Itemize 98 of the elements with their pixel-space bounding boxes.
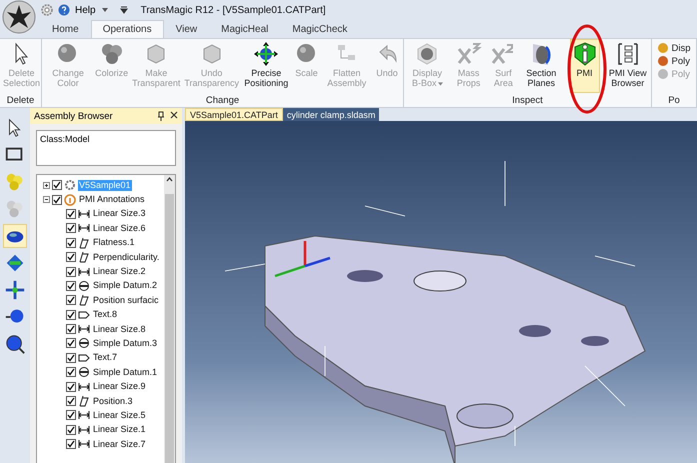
dropdown-icon[interactable] — [100, 7, 109, 13]
3d-viewport[interactable] — [185, 121, 697, 463]
tree-item[interactable]: Position.3 — [92, 396, 134, 407]
ribbon-small-button[interactable]: Poly — [657, 55, 690, 67]
ribbon-small-button[interactable]: Disp — [657, 42, 690, 54]
tree-item[interactable]: Linear Size.9 — [92, 381, 147, 392]
group-label: Inspect — [511, 94, 544, 107]
expand-icon[interactable] — [43, 182, 50, 189]
quick-access-icon[interactable] — [120, 6, 128, 14]
tree-item[interactable]: Flatness.1 — [92, 237, 136, 248]
ribbon-tab[interactable]: View — [164, 20, 210, 38]
datum-icon — [78, 337, 90, 350]
app-logo-icon[interactable] — [2, 0, 36, 34]
checkbox[interactable] — [66, 396, 76, 406]
help-icon[interactable] — [58, 4, 70, 16]
tree-item[interactable]: Linear Size.8 — [92, 324, 147, 335]
checkbox[interactable] — [52, 180, 62, 190]
tag-icon — [78, 308, 90, 321]
checkbox[interactable] — [66, 410, 76, 420]
scroll-up-icon[interactable] — [164, 175, 175, 184]
checkbox[interactable] — [66, 324, 76, 334]
tree-item[interactable]: Simple Datum.1 — [92, 366, 158, 378]
tree-item[interactable]: Text.8 — [92, 309, 118, 320]
gear-icon[interactable] — [41, 4, 53, 16]
checkbox[interactable] — [66, 439, 76, 450]
checkbox[interactable] — [66, 310, 76, 320]
checkbox[interactable] — [66, 295, 76, 306]
scrollbar[interactable] — [164, 175, 175, 463]
tree-item[interactable]: Position surfacic — [92, 294, 160, 306]
tree-item[interactable]: Linear Size.1 — [92, 424, 147, 436]
dimension-icon — [78, 266, 90, 278]
document-tab[interactable]: V5Sample01.CATPart — [185, 108, 283, 121]
tree-item[interactable]: Perpendicularity. — [92, 252, 160, 263]
ribbon-tab[interactable]: Operations — [90, 20, 164, 38]
checkbox[interactable] — [66, 382, 76, 392]
tolerance-icon — [78, 294, 90, 306]
diamond-icon — [4, 252, 26, 274]
ribbon-button[interactable]: Precise Positioning — [241, 39, 292, 93]
checkbox[interactable] — [52, 194, 62, 205]
group-label: Change — [204, 94, 240, 107]
checkbox[interactable] — [66, 367, 76, 378]
help-menu[interactable]: Help — [75, 4, 96, 16]
checkbox[interactable] — [66, 252, 76, 262]
tree-item[interactable]: Linear Size.5 — [92, 410, 147, 421]
checkbox[interactable] — [66, 424, 76, 435]
tree-item[interactable]: PMI Annotations — [78, 194, 146, 206]
collapse-icon[interactable] — [43, 196, 50, 204]
zoom-icon — [4, 333, 26, 355]
dimension-icon — [78, 424, 90, 436]
checkbox[interactable] — [66, 208, 76, 219]
pin-icon[interactable] — [157, 111, 165, 121]
filter-field[interactable]: Class:Model — [36, 130, 176, 166]
tree-item[interactable]: Simple Datum.2 — [92, 280, 158, 292]
info-shield-icon — [572, 41, 598, 67]
checkbox[interactable] — [66, 238, 76, 248]
tree-item[interactable]: Linear Size.3 — [92, 208, 147, 220]
close-icon[interactable] — [170, 111, 178, 119]
tree-item[interactable]: Linear Size.6 — [92, 222, 147, 234]
checkbox[interactable] — [66, 266, 76, 277]
checkbox[interactable] — [66, 338, 76, 348]
tree-item[interactable]: Linear Size.2 — [92, 266, 147, 278]
ribbon-tab[interactable]: MagicCheck — [280, 20, 360, 38]
tool-button[interactable] — [3, 278, 27, 302]
ribbon-tab[interactable]: MagicHeal — [209, 20, 280, 38]
checkbox[interactable] — [66, 223, 76, 234]
ribbon-button[interactable]: Section Planes — [519, 39, 564, 93]
shape-icon — [657, 55, 670, 67]
shape-icon — [657, 42, 670, 54]
tolerance-icon — [78, 236, 90, 249]
tolerance-icon — [78, 251, 90, 264]
ribbon-button[interactable]: PMI View Browser — [606, 39, 650, 93]
ribbon-button[interactable]: PMI — [570, 39, 600, 93]
tree-item[interactable]: Text.7 — [92, 352, 118, 364]
window-title: TransMagic R12 - [V5Sample01.CATPart] — [140, 4, 326, 16]
panel-title: Assembly Browser — [34, 110, 113, 122]
info-icon — [64, 194, 76, 206]
dimension-icon — [78, 323, 90, 336]
shape-icon — [657, 68, 670, 80]
tree-item[interactable]: Simple Datum.3 — [92, 338, 158, 349]
dimension-icon — [78, 380, 90, 393]
checkbox[interactable] — [66, 280, 76, 291]
dimension-icon — [78, 222, 90, 234]
dimension-icon — [78, 438, 90, 450]
tree-item[interactable]: Linear Size.7 — [92, 438, 147, 450]
datum-icon — [78, 280, 90, 292]
gear-icon — [64, 179, 76, 192]
tolerance-icon — [78, 395, 90, 408]
datum-icon — [78, 366, 90, 378]
move-arrows-icon — [253, 41, 280, 67]
dimension-icon — [78, 208, 90, 220]
group-label: Delete — [6, 94, 36, 107]
dimension-icon — [78, 409, 90, 422]
move-arrows-icon — [4, 279, 26, 301]
ribbon-tab[interactable]: Home — [40, 20, 91, 38]
group-label: Po — [667, 94, 681, 107]
checkbox[interactable] — [66, 352, 76, 363]
document-tab[interactable]: cylinder clamp.sldasm — [282, 108, 380, 121]
tag-icon — [78, 352, 90, 364]
